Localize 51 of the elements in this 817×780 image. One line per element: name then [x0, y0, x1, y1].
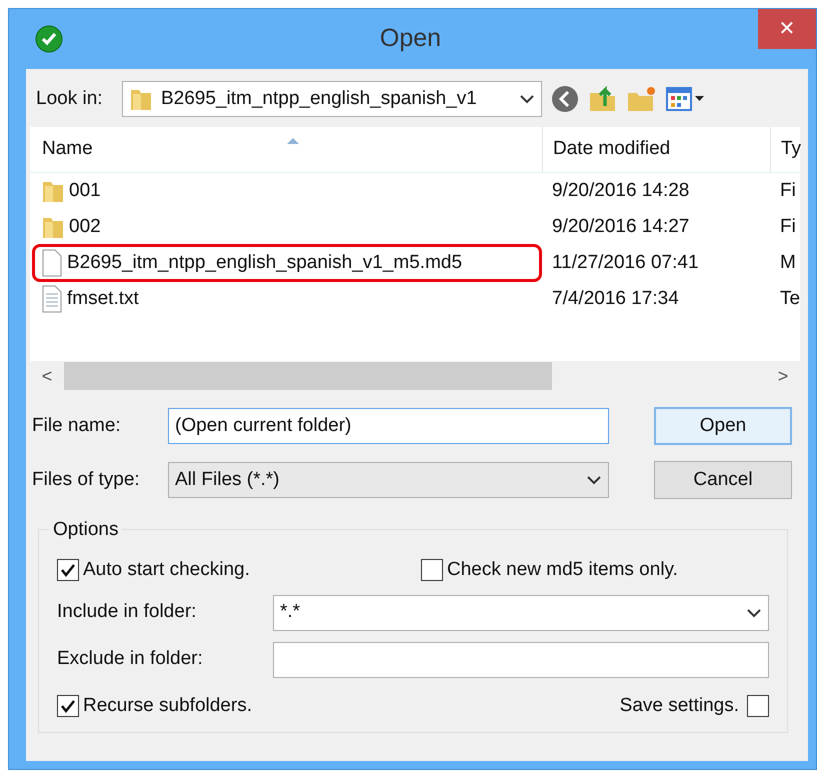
- recurse-label: Recurse subfolders.: [83, 694, 252, 718]
- type-cell-text: Fi: [780, 214, 796, 239]
- auto-start-checkbox[interactable]: [57, 559, 79, 582]
- include-dropdown[interactable]: *.*: [273, 594, 769, 630]
- file-name-item[interactable]: fmset.txt: [32, 280, 542, 318]
- folder-up-icon[interactable]: [588, 84, 618, 114]
- date-column-header[interactable]: Date modified: [542, 127, 770, 172]
- close-button[interactable]: ✕: [758, 9, 816, 49]
- file-name-item[interactable]: 002: [32, 208, 542, 246]
- date-cell-text: 11/27/2016 07:41: [552, 250, 699, 275]
- caret-icon: [746, 608, 762, 618]
- exclude-label: Exclude in folder:: [57, 647, 204, 672]
- file-name-field[interactable]: (Open current folder): [168, 408, 609, 444]
- scroll-right-arrow[interactable]: >: [766, 362, 800, 390]
- scrollbar-thumb[interactable]: [64, 362, 552, 390]
- open-button[interactable]: Open: [654, 407, 792, 445]
- look-in-label: Look in:: [36, 86, 104, 111]
- auto-start-label: Auto start checking.: [83, 558, 250, 582]
- type-column-header[interactable]: Ty: [770, 127, 802, 172]
- check-new-checkbox[interactable]: [421, 559, 443, 582]
- type-cell-text: Te: [780, 286, 800, 311]
- check-icon: [35, 25, 63, 53]
- recurse-checkbox[interactable]: [57, 694, 79, 717]
- type-cell-text: M: [780, 250, 796, 275]
- type-cell-text: Fi: [780, 178, 796, 203]
- caret-icon: [519, 94, 535, 104]
- caret-icon: [586, 475, 602, 485]
- include-label: Include in folder:: [57, 600, 198, 624]
- name-column-header[interactable]: Name: [30, 135, 542, 164]
- date-cell-text: 9/20/2016 14:27: [552, 214, 690, 239]
- text-file-icon: [41, 285, 63, 313]
- file-name-item[interactable]: 001: [32, 172, 542, 210]
- file-name-item[interactable]: B2695_itm_ntpp_english_spanish_v1_m5.md5: [32, 244, 542, 282]
- cancel-button[interactable]: Cancel: [654, 461, 792, 499]
- date-cell-text: 9/20/2016 14:28: [552, 178, 690, 203]
- date-cell-text: 7/4/2016 17:34: [552, 286, 679, 311]
- exclude-field[interactable]: [273, 642, 769, 678]
- check-new-label: Check new md5 items only.: [447, 558, 678, 582]
- back-icon[interactable]: [550, 84, 580, 114]
- scroll-left-arrow[interactable]: <: [30, 362, 64, 390]
- file-name-label: File name:: [32, 414, 122, 438]
- file-icon: [41, 249, 63, 277]
- sort-arrow-icon: [286, 137, 300, 146]
- file-type-label: Files of type:: [32, 468, 141, 492]
- save-settings-checkbox[interactable]: [747, 694, 769, 717]
- window-title: Open: [380, 23, 442, 54]
- view-menu-icon[interactable]: [666, 85, 706, 113]
- save-settings-label: Save settings.: [620, 694, 739, 718]
- look-in-dropdown[interactable]: B2695_itm_ntpp_english_spanish_v1: [122, 81, 542, 117]
- file-type-dropdown[interactable]: All Files (*.*): [168, 462, 609, 498]
- horizontal-scrollbar[interactable]: < >: [30, 361, 800, 391]
